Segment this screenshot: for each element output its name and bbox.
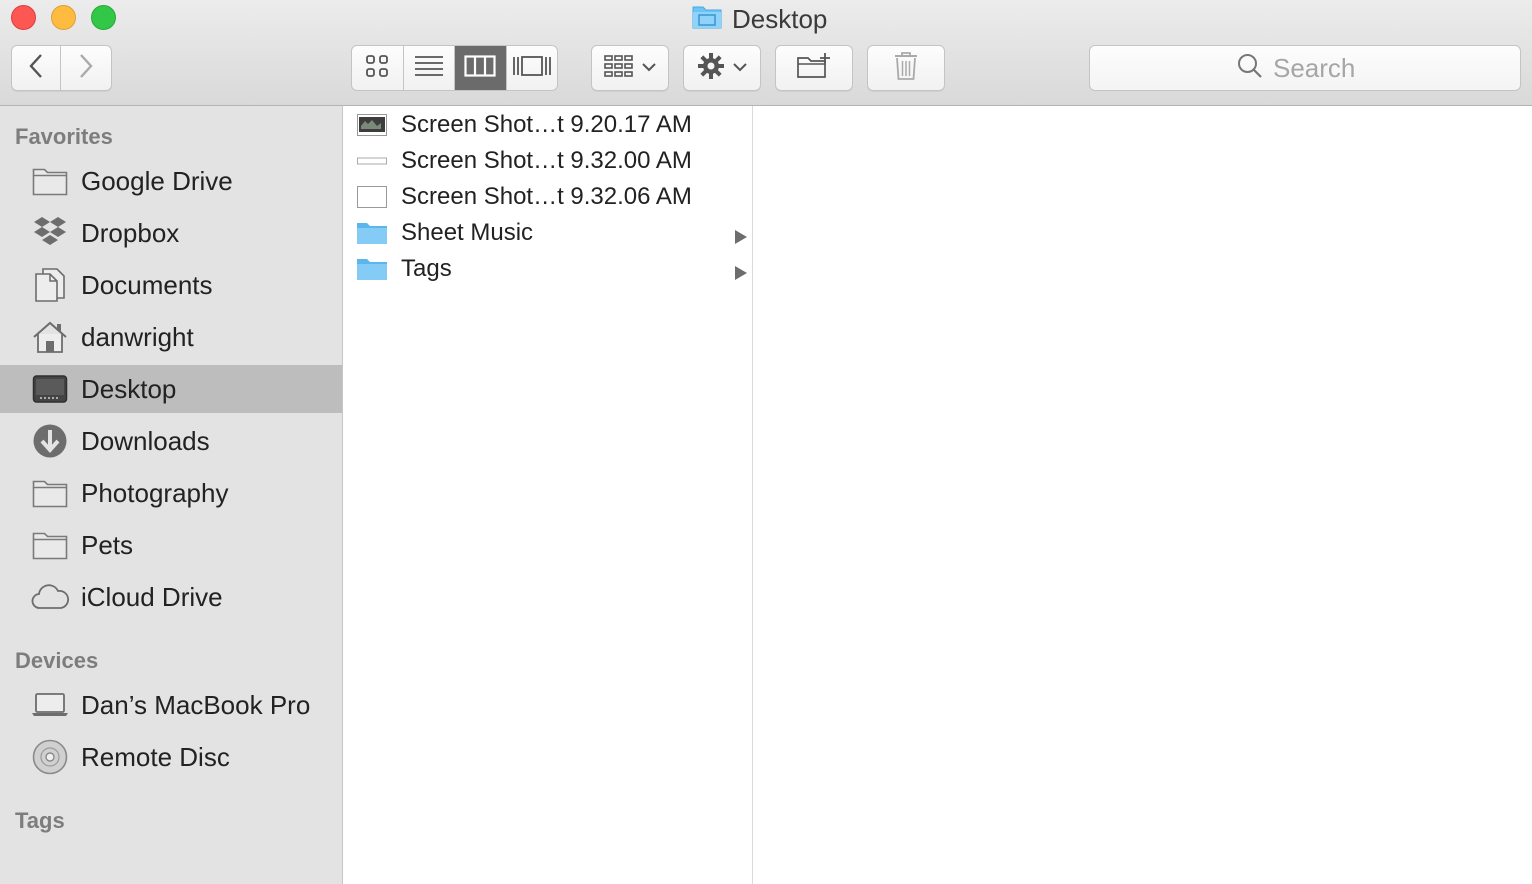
folder-row[interactable]: Tags (344, 251, 752, 287)
sidebar-item-label: Dan’s MacBook Pro (81, 689, 311, 720)
cloud-icon (31, 578, 69, 616)
browser-column-1: Screen Shot…t 9.20.17 AM Screen Shot…t 9… (344, 106, 753, 884)
search-field[interactable] (1089, 45, 1521, 91)
forward-button[interactable] (61, 45, 112, 91)
sidebar-item-icloud-drive[interactable]: iCloud Drive (0, 573, 342, 621)
folder-name: Tags (401, 255, 452, 282)
browser-column-2[interactable] (753, 106, 1532, 884)
cover-flow-view-button[interactable] (507, 46, 558, 90)
cover-flow-icon (512, 55, 551, 82)
icon-view-button[interactable] (352, 46, 404, 90)
search-icon (1237, 53, 1263, 84)
sidebar-item-label: Google Drive (81, 165, 233, 196)
home-icon (31, 318, 69, 356)
sidebar-item-label: danwright (81, 321, 194, 352)
sidebar-item-label: Pets (81, 529, 134, 560)
chevron-right-icon (78, 53, 94, 84)
columns-icon (464, 54, 496, 82)
window-title: Desktop (692, 2, 827, 36)
grid-icon (365, 54, 389, 83)
sidebar-item-label: Downloads (81, 425, 210, 456)
sidebar: Favorites Google Drive Dropbox Documents… (0, 106, 343, 884)
folder-icon (31, 474, 69, 512)
sidebar-item-google-drive[interactable]: Google Drive (0, 157, 342, 205)
list-view-button[interactable] (404, 46, 455, 90)
sidebar-item-documents[interactable]: Documents (0, 261, 342, 309)
image-thumbnail-icon (356, 147, 388, 175)
chevron-left-icon (28, 53, 44, 84)
chevron-down-icon (642, 59, 656, 77)
window-toolbar: Desktop (0, 0, 1532, 106)
sidebar-item-label: Desktop (81, 373, 177, 404)
favorites-section-title: Favorites (15, 124, 113, 149)
search-input[interactable] (1273, 52, 1373, 84)
new-folder-button[interactable] (775, 45, 853, 91)
minimize-window-button[interactable] (51, 5, 76, 30)
folder-icon (692, 3, 722, 36)
close-window-button[interactable] (11, 5, 36, 30)
sidebar-item-label: Documents (81, 269, 213, 300)
folder-icon (31, 162, 69, 200)
folder-icon (356, 255, 388, 283)
chevron-down-icon (733, 59, 747, 77)
sidebar-item-downloads[interactable]: Downloads (0, 417, 342, 465)
trash-icon (893, 51, 919, 86)
devices-section-title: Devices (15, 648, 99, 673)
sidebar-item-label: Remote Disc (81, 741, 230, 772)
laptop-icon (31, 686, 69, 724)
trash-button[interactable] (867, 45, 945, 91)
file-name: Screen Shot…t 9.32.00 AM (401, 147, 692, 174)
folder-name: Sheet Music (401, 219, 534, 246)
sidebar-item-label: Photography (81, 477, 229, 508)
image-thumbnail-icon (356, 111, 388, 139)
new-folder-icon (796, 52, 832, 85)
sidebar-item-pets[interactable]: Pets (0, 521, 342, 569)
documents-icon (31, 266, 69, 304)
sidebar-item-macbook-pro[interactable]: Dan’s MacBook Pro (0, 681, 342, 729)
action-button[interactable] (683, 45, 761, 91)
list-icon (414, 55, 444, 82)
sidebar-item-label: Dropbox (81, 217, 180, 248)
disclosure-arrow-icon (734, 224, 748, 252)
disclosure-arrow-icon (734, 260, 748, 288)
disc-icon (31, 738, 69, 776)
folder-icon (356, 219, 388, 247)
column-view-button[interactable] (455, 46, 507, 90)
file-row[interactable]: Screen Shot…t 9.20.17 AM (344, 107, 752, 143)
dropbox-icon (31, 214, 69, 252)
desktop-icon (31, 370, 69, 408)
sidebar-item-remote-disc[interactable]: Remote Disc (0, 733, 342, 781)
sidebar-item-photography[interactable]: Photography (0, 469, 342, 517)
sidebar-item-dropbox[interactable]: Dropbox (0, 209, 342, 257)
back-button[interactable] (11, 45, 61, 91)
zoom-window-button[interactable] (91, 5, 116, 30)
file-name: Screen Shot…t 9.20.17 AM (401, 111, 692, 138)
arrange-button[interactable] (591, 45, 669, 91)
sidebar-item-desktop[interactable]: Desktop (0, 365, 342, 413)
window-title-text: Desktop (732, 3, 828, 34)
file-row[interactable]: Screen Shot…t 9.32.00 AM (344, 143, 752, 179)
arrange-grid-icon (604, 54, 634, 83)
image-thumbnail-icon (356, 183, 388, 211)
sidebar-item-label: iCloud Drive (81, 581, 223, 612)
sidebar-item-home[interactable]: danwright (0, 313, 342, 361)
file-name: Screen Shot…t 9.32.06 AM (401, 183, 692, 210)
tags-section-title: Tags (15, 808, 65, 833)
folder-icon (31, 526, 69, 564)
view-mode-segmented-control (351, 45, 558, 91)
gear-icon (697, 52, 725, 85)
file-row[interactable]: Screen Shot…t 9.32.06 AM (344, 179, 752, 215)
downloads-icon (31, 422, 69, 460)
folder-row[interactable]: Sheet Music (344, 215, 752, 251)
